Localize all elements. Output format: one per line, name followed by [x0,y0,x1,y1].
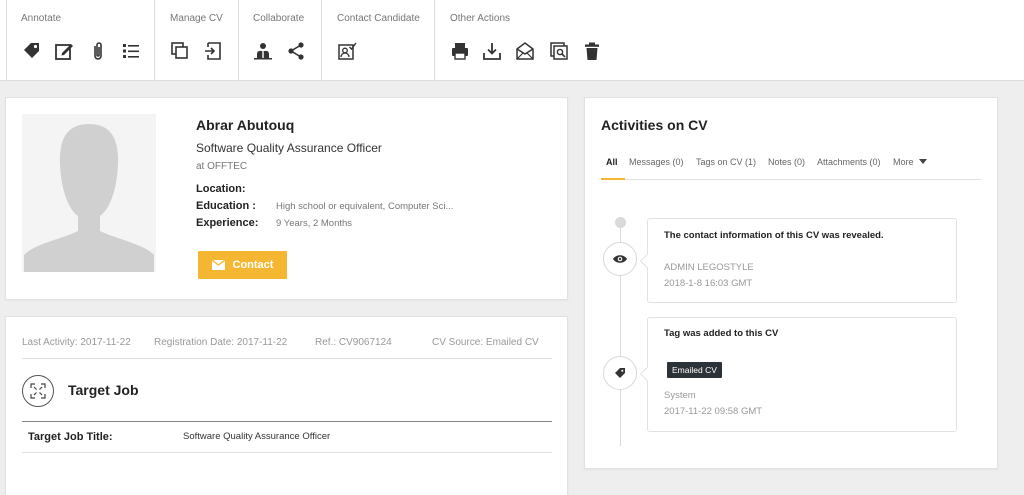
details-card: Last Activity: 2017-11-22 Registration D… [5,316,568,495]
location-label: Location: [196,183,246,195]
preview-icon[interactable] [548,40,570,62]
email-icon[interactable] [514,40,536,62]
avatar-silhouette-icon [22,114,156,272]
activity-user: System [664,390,696,401]
list-icon[interactable] [120,40,142,62]
activity-text: Tag was added to this CV [664,328,779,339]
candidate-name: Abrar Abutouq [196,117,295,133]
download-icon[interactable] [481,40,503,62]
tab-notes[interactable]: Notes (0) [768,157,805,167]
tab-more-label: More [893,157,914,167]
target-job-icon [22,375,54,407]
attachment-icon[interactable] [87,40,109,62]
divider [22,452,552,453]
tab-tags[interactable]: Tags on CV (1) [696,157,756,167]
delete-icon[interactable] [581,40,603,62]
activity-notch [639,253,655,269]
activity-notch [639,366,655,382]
toolbar-group-annotate: Annotate [6,0,155,81]
group-title-annotate: Annotate [21,13,62,24]
activities-heading: Activities on CV [601,117,708,133]
tab-more[interactable]: More [893,157,928,167]
cv-source: CV Source: Emailed CV [432,337,539,348]
profile-card: Abrar Abutouq Software Quality Assurance… [5,97,568,300]
divider [22,358,552,359]
target-job-heading: Target Job [68,382,139,398]
envelope-icon [211,260,225,270]
activities-card: Activities on CV All Messages (0) Tags o… [584,97,998,469]
tag-icon[interactable] [21,40,43,62]
target-job-title-label: Target Job Title: [28,431,113,443]
tag-badge[interactable]: Emailed CV [667,362,722,378]
group-title-contact-candidate: Contact Candidate [337,13,420,24]
activity-tabs: All Messages (0) Tags on CV (1) Notes (0… [601,155,981,180]
activity-text: The contact information of this CV was r… [664,230,884,241]
group-title-manage-cv: Manage CV [170,13,223,24]
copy-icon[interactable] [169,40,191,62]
tag-icon [603,356,637,390]
toolbar-group-manage-cv: Manage CV [155,0,239,81]
candidate-company: at OFFTEC [196,161,248,172]
target-job-title-value: Software Quality Assurance Officer [183,431,331,442]
contact-button-label: Contact [232,259,274,271]
chevron-down-icon [919,159,928,164]
candidate-title: Software Quality Assurance Officer [196,141,382,155]
activity-time: 2017-11-22 09:58 GMT [664,406,763,417]
tab-all[interactable]: All [606,157,618,167]
eye-icon [603,242,637,276]
group-title-collaborate: Collaborate [253,13,305,24]
edit-icon[interactable] [53,40,75,62]
toolbar-group-contact-candidate: Contact Candidate [322,0,435,81]
education-label: Education : [196,200,256,212]
activity-user: ADMIN LEGOSTYLE [664,262,754,273]
registration-date: Registration Date: 2017-11-22 [154,337,288,348]
tab-attachments[interactable]: Attachments (0) [817,157,881,167]
avatar [22,114,156,272]
active-tab-indicator [601,178,625,180]
education-value: High school or equivalent, Computer Sci.… [276,201,454,212]
toolbar-group-collaborate: Collaborate [239,0,322,81]
team-icon[interactable] [252,40,274,62]
last-activity: Last Activity: 2017-11-22 [22,337,131,348]
share-icon[interactable] [285,40,307,62]
toolbar-group-other-actions: Other Actions [435,0,1024,81]
print-icon[interactable] [449,40,471,62]
tab-messages[interactable]: Messages (0) [629,157,684,167]
cv-reference: Ref.: CV9067124 [315,337,392,348]
contact-card-icon[interactable] [336,40,358,62]
experience-label: Experience: [196,217,259,229]
activity-item: Tag was added to this CV Emailed CV Syst… [639,317,957,432]
import-icon[interactable] [202,40,224,62]
contact-button[interactable]: Contact [198,251,287,279]
activity-item: The contact information of this CV was r… [639,218,957,303]
divider [22,421,552,422]
toolbar: Annotate Manage CV Collaborate Contact C… [0,0,1024,81]
group-title-other-actions: Other Actions [450,13,511,24]
activity-time: 2018-1-8 16:03 GMT [664,278,753,289]
experience-value: 9 Years, 2 Months [276,218,353,229]
